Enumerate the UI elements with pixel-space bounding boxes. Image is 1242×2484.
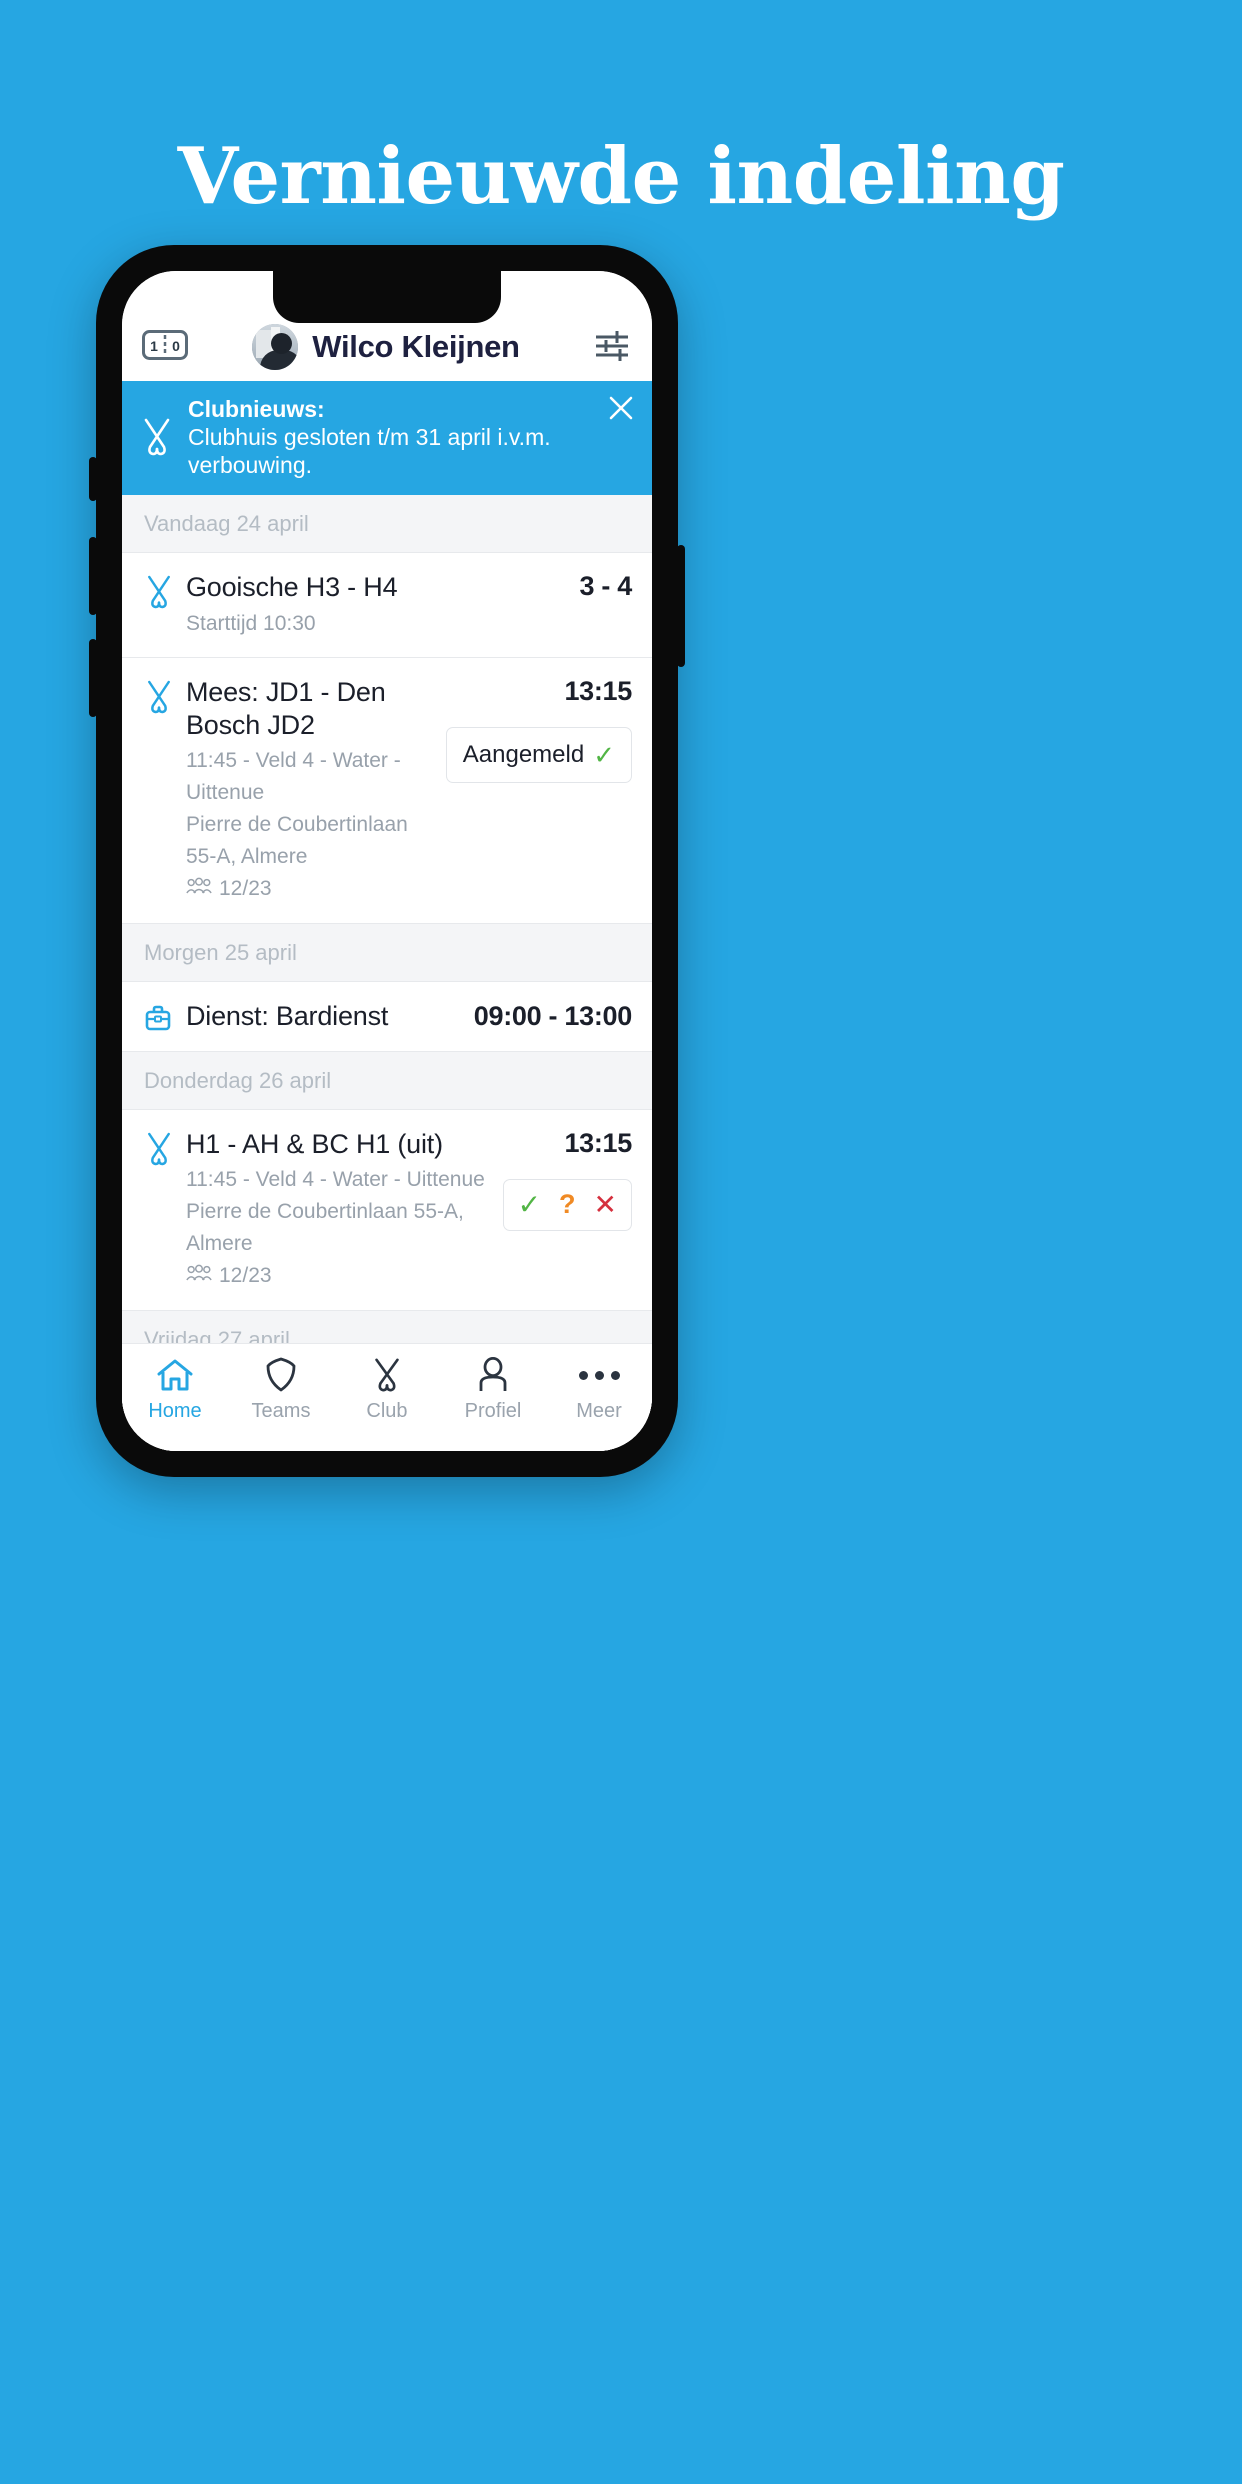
- user-name: Wilco Kleijnen: [312, 329, 520, 364]
- rsvp-group[interactable]: ✓ ? ✕: [502, 1178, 632, 1231]
- phone-mockup: 1 0 Wilco Kleijnen Clubnieuws: Clubhuis …: [89, 245, 685, 1477]
- crossed-sticks-icon: [138, 417, 176, 457]
- event-title: Gooische H3 - H4: [186, 572, 398, 603]
- day-header: Morgen 25 april: [122, 923, 652, 982]
- tab-meer[interactable]: Meer: [546, 1356, 652, 1423]
- status-label: Aangemeld: [462, 741, 585, 769]
- shield-icon: [264, 1356, 298, 1394]
- event-detail-line: 11:45 - Veld 4 - Water - Uittenue: [186, 1168, 485, 1192]
- agenda-list[interactable]: Vandaag 24 april Gooische H3 - H4 Startt…: [122, 495, 652, 1451]
- crossed-sticks-icon: [144, 1128, 186, 1167]
- event-detail-line: 11:45 - Veld 4 - Water - Uittenue: [186, 749, 401, 805]
- phone-volume-up-button: [89, 537, 97, 615]
- svg-text:0: 0: [172, 338, 180, 354]
- phone-power-button: [677, 545, 685, 667]
- day-header: Donderdag 26 april: [122, 1051, 652, 1110]
- tab-label: Home: [148, 1400, 202, 1422]
- event-time: 13:15: [564, 676, 632, 707]
- attendance-count: 12/23: [219, 876, 272, 900]
- crossed-sticks-icon: [144, 676, 186, 715]
- event-time: 13:15: [564, 1127, 632, 1158]
- close-icon[interactable]: [608, 395, 634, 421]
- avatar[interactable]: [252, 324, 299, 370]
- event-title: H1 - AH & BC H1 (uit): [186, 1128, 443, 1159]
- attendance-count: 12/23: [219, 1263, 272, 1287]
- event-location-line: Pierre de Coubertinlaan 55-A, Almere: [186, 813, 408, 868]
- cross-icon[interactable]: ✕: [594, 1190, 617, 1219]
- list-item[interactable]: Gooische H3 - H4 Starttijd 10:30 3 - 4: [122, 553, 652, 659]
- briefcase-icon: [144, 1000, 186, 1033]
- people-icon: [186, 873, 212, 905]
- tab-profiel[interactable]: Profiel: [440, 1356, 546, 1423]
- phone-screen: 1 0 Wilco Kleijnen Clubnieuws: Clubhuis …: [122, 271, 652, 1451]
- event-location-line: Pierre de Coubertinlaan 55-A, Almere: [186, 1200, 464, 1255]
- tab-teams[interactable]: Teams: [228, 1356, 334, 1423]
- phone-volume-down-button: [89, 639, 97, 717]
- event-score: 3 - 4: [579, 571, 632, 602]
- crossed-sticks-icon: [369, 1356, 405, 1394]
- check-icon[interactable]: ✓: [518, 1190, 541, 1219]
- tab-club[interactable]: Club: [334, 1356, 440, 1423]
- tab-label: Club: [366, 1400, 408, 1422]
- check-icon: ✓: [593, 740, 615, 771]
- scoreboard-icon[interactable]: 1 0: [142, 329, 188, 365]
- tab-home[interactable]: Home: [122, 1356, 228, 1423]
- event-title: Dienst: Bardienst: [186, 1001, 389, 1032]
- tab-label: Teams: [251, 1400, 311, 1422]
- svg-text:1: 1: [150, 338, 158, 354]
- phone-mute-switch: [89, 457, 97, 501]
- tab-label: Profiel: [464, 1400, 522, 1422]
- people-icon: [186, 1260, 212, 1292]
- person-icon: [476, 1356, 510, 1394]
- home-icon: [156, 1356, 194, 1394]
- banner-title: Clubnieuws:: [188, 396, 325, 422]
- status-badge[interactable]: Aangemeld ✓: [445, 727, 632, 784]
- list-item[interactable]: Mees: JD1 - Den Bosch JD2 11:45 - Veld 4…: [122, 658, 652, 924]
- club-news-banner[interactable]: Clubnieuws: Clubhuis gesloten t/m 31 apr…: [122, 381, 652, 496]
- page-title: Vernieuwde indeling: [177, 131, 1065, 222]
- list-item[interactable]: Dienst: Bardienst 09:00 - 13:00: [122, 981, 652, 1052]
- sliders-icon[interactable]: [594, 329, 630, 366]
- list-item[interactable]: H1 - AH & BC H1 (uit) 11:45 - Veld 4 - W…: [122, 1109, 652, 1311]
- event-detail-line: Starttijd 10:30: [186, 611, 316, 635]
- question-icon[interactable]: ?: [559, 1191, 576, 1218]
- day-header: Vandaag 24 april: [122, 495, 652, 554]
- phone-notch: [273, 271, 501, 323]
- tab-label: Meer: [576, 1400, 622, 1422]
- event-title: Mees: JD1 - Den Bosch JD2: [186, 677, 386, 740]
- ellipsis-icon: [578, 1356, 620, 1394]
- banner-message: Clubhuis gesloten t/m 31 april i.v.m. ve…: [188, 424, 551, 479]
- bottom-navigation: Home Teams Club Profiel Meer: [122, 1343, 652, 1451]
- event-time-range: 09:00 - 13:00: [473, 1000, 633, 1031]
- crossed-sticks-icon: [144, 571, 186, 610]
